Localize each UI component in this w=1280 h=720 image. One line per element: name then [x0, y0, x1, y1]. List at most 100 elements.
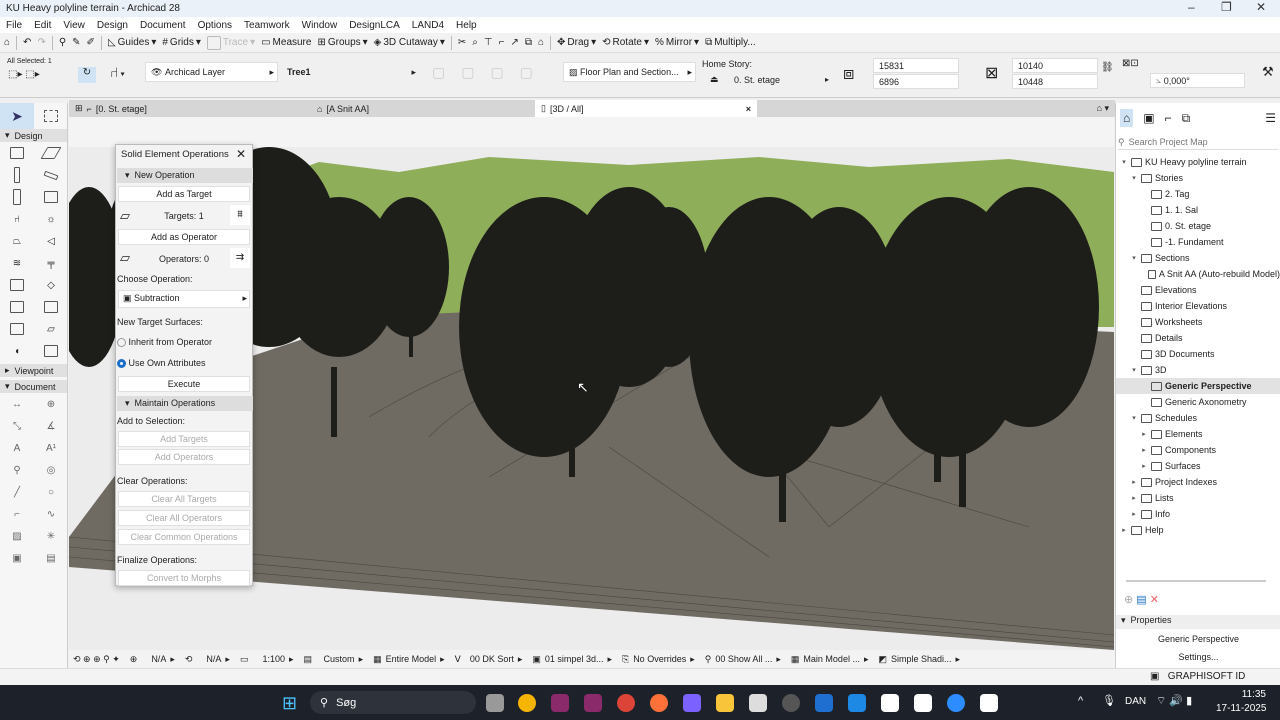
angle-dimension-tool[interactable]: ∡ — [34, 415, 68, 437]
mesh-tool[interactable]: ◇ — [34, 274, 68, 296]
level-dimension-tool[interactable]: ⊕ — [34, 393, 68, 415]
menu-view[interactable]: View — [57, 20, 91, 31]
radial-dimension-tool[interactable]: ⤡ — [0, 415, 34, 437]
search-project-map-input[interactable]: ⚲ Search Project Map — [1118, 135, 1278, 150]
structure-select[interactable]: ▦ Main Model ... ▸ — [791, 654, 869, 665]
menu-help[interactable]: Help — [450, 20, 483, 31]
add-as-target-button[interactable]: Add as Target — [118, 186, 250, 202]
marquee-tool[interactable] — [34, 103, 68, 129]
lamp-tool[interactable]: ☼ — [34, 208, 68, 230]
menu-design[interactable]: Design — [91, 20, 134, 31]
renovation-select[interactable]: ⚲ 00 Show All ... ▸ — [705, 654, 781, 665]
outlook-icon[interactable] — [848, 694, 866, 712]
roof-tool[interactable]: ⏢ — [0, 230, 34, 252]
rotate-button[interactable]: ⟲ Rotate ▾ — [602, 37, 649, 48]
design-section-header[interactable]: ▾ Design — [0, 129, 67, 142]
project-map-item[interactable]: ▾ Sections — [1116, 250, 1280, 266]
copilot-icon[interactable] — [683, 694, 701, 712]
window-tool[interactable] — [34, 186, 68, 208]
angle-field[interactable]: ⦣ 0,000° — [1150, 73, 1245, 88]
shell-tool[interactable]: ◁ — [34, 230, 68, 252]
measure-button[interactable]: ▭ Measure — [261, 37, 311, 48]
view-map-tab[interactable]: ▣ — [1143, 111, 1154, 125]
syringe-icon[interactable]: ✐ — [87, 37, 95, 48]
undo-button[interactable]: ↶ — [23, 37, 31, 48]
chrome-icon[interactable] — [617, 694, 635, 712]
change-tool[interactable]: ◎ — [34, 459, 68, 481]
height-field-1[interactable]: 15831 — [873, 58, 959, 73]
fillet-icon[interactable]: ↗ — [510, 37, 518, 48]
tab-floor-plan[interactable]: ⊞ ⌐ [0. St. etage] — [69, 100, 309, 117]
line-tool[interactable]: ╱ — [0, 481, 34, 503]
redo-button[interactable]: ↷ — [37, 37, 45, 48]
width-field-1[interactable]: 10140 — [1012, 58, 1098, 73]
zoom-field[interactable]: ⊕ N/A ▸ — [130, 654, 175, 665]
object-tool[interactable]: ⑁ — [0, 208, 34, 230]
app-icon-remote-2[interactable] — [584, 694, 602, 712]
menu-designlca[interactable]: DesignLCA — [343, 20, 406, 31]
multiply-button[interactable]: ⧉ Multiply... — [705, 37, 756, 48]
mirror-button[interactable]: % Mirror ▾ — [655, 37, 699, 48]
project-map-item[interactable]: ▾ 3D — [1116, 362, 1280, 378]
app-icon-blue[interactable] — [815, 694, 833, 712]
project-map-item[interactable]: 2. Tag — [1116, 186, 1280, 202]
viewpoint-section-header[interactable]: ▸ Viewpoint — [0, 364, 67, 377]
expand-caret-icon[interactable]: ▸ — [1140, 446, 1148, 454]
expand-caret-icon[interactable]: ▸ — [1140, 462, 1148, 470]
wall-tool[interactable] — [0, 142, 34, 164]
project-map-item[interactable]: ▸ Info — [1116, 506, 1280, 522]
microphone-icon[interactable]: 🎙 — [1102, 694, 1116, 707]
use-own-attributes-radio[interactable]: Use Own Attributes — [117, 358, 253, 369]
select-operators-button[interactable]: ⇉ — [230, 248, 250, 268]
expand-caret-icon[interactable]: ▾ — [1130, 174, 1138, 182]
zone-tool[interactable] — [0, 296, 34, 318]
layer-combination-select[interactable]: ▤ Custom ▸ — [304, 654, 364, 665]
expand-caret-icon[interactable]: ▸ — [1130, 494, 1138, 502]
angle-field[interactable]: ⟲ N/A ▸ — [185, 654, 230, 665]
drawing-tool[interactable]: ▤ — [34, 547, 68, 569]
width-field-2[interactable]: 10448 — [1012, 74, 1098, 89]
project-map-item[interactable]: ▸ Lists — [1116, 490, 1280, 506]
inherit-from-operator-radio[interactable]: Inherit from Operator — [117, 337, 253, 348]
archicad-icon-2[interactable] — [914, 694, 932, 712]
task-view-icon[interactable] — [486, 694, 504, 712]
chain-link-icon[interactable]: ⛓ — [1101, 62, 1114, 73]
floor-plan-section-button[interactable]: ▨ Floor Plan and Section... ▸ — [563, 62, 696, 82]
app-icon-s[interactable] — [518, 694, 536, 712]
project-map-item[interactable]: Worksheets — [1116, 314, 1280, 330]
tab-section[interactable]: ⌂ [A Snit AA] — [309, 100, 535, 117]
project-map-item[interactable]: ▸ Help — [1116, 522, 1280, 538]
panel-splitter[interactable] — [1126, 580, 1266, 582]
expand-caret-icon[interactable]: ▸ — [1120, 526, 1128, 534]
close-button[interactable]: ✕ — [1256, 0, 1266, 14]
app-icon-gear[interactable] — [782, 694, 800, 712]
publisher-tab[interactable]: ⧉ — [1182, 111, 1191, 126]
hotspot-tool[interactable]: ✳ — [34, 525, 68, 547]
view-select[interactable]: ▣ 01 simpel 3d... ▸ — [532, 654, 612, 665]
trace-button[interactable]: Trace ▾ — [206, 35, 255, 50]
expand-caret-icon[interactable]: ▾ — [1130, 366, 1138, 374]
home-story-select[interactable]: 0. St. etage — [734, 75, 780, 85]
height-field-2[interactable]: 6896 — [873, 74, 959, 89]
clear-common-operations-button[interactable]: Clear Common Operations — [118, 529, 250, 545]
layout-book-tab[interactable]: ⌐ — [1165, 111, 1172, 125]
maximize-button[interactable]: ❐ — [1221, 0, 1232, 14]
tray-chevron-icon[interactable]: ^ — [1078, 695, 1083, 707]
navigation-icons[interactable]: ⟲ ⊕ ⊕ ⚲ ✦ — [73, 654, 120, 665]
grids-button[interactable]: # Grids ▾ — [162, 37, 201, 48]
cutaway-button[interactable]: ◈ 3D Cutaway ▾ — [374, 37, 445, 48]
project-map-item[interactable]: ▾ Stories — [1116, 170, 1280, 186]
properties-header[interactable]: ▾ Properties — [1116, 615, 1280, 629]
project-map-item[interactable]: ▸ Elements — [1116, 426, 1280, 442]
minimize-button[interactable]: – — [1188, 0, 1195, 14]
navigator-actions[interactable]: ⊕ ▤ ✕ — [1124, 593, 1159, 606]
brush-icon[interactable]: ⚒ — [1262, 64, 1274, 80]
menu-file[interactable]: File — [0, 20, 28, 31]
offset-icon[interactable]: ⧉ — [525, 37, 532, 48]
expand-caret-icon[interactable]: ▸ — [1140, 430, 1148, 438]
navigator-menu-button[interactable]: ☰ — [1265, 111, 1280, 125]
operation-select[interactable]: ▣ Subtraction ▸ — [118, 290, 250, 308]
project-map-item[interactable]: -1. Fundament — [1116, 234, 1280, 250]
guides-button[interactable]: ◺ Guides ▾ — [108, 37, 156, 48]
project-map-item[interactable]: ▸ Project Indexes — [1116, 474, 1280, 490]
